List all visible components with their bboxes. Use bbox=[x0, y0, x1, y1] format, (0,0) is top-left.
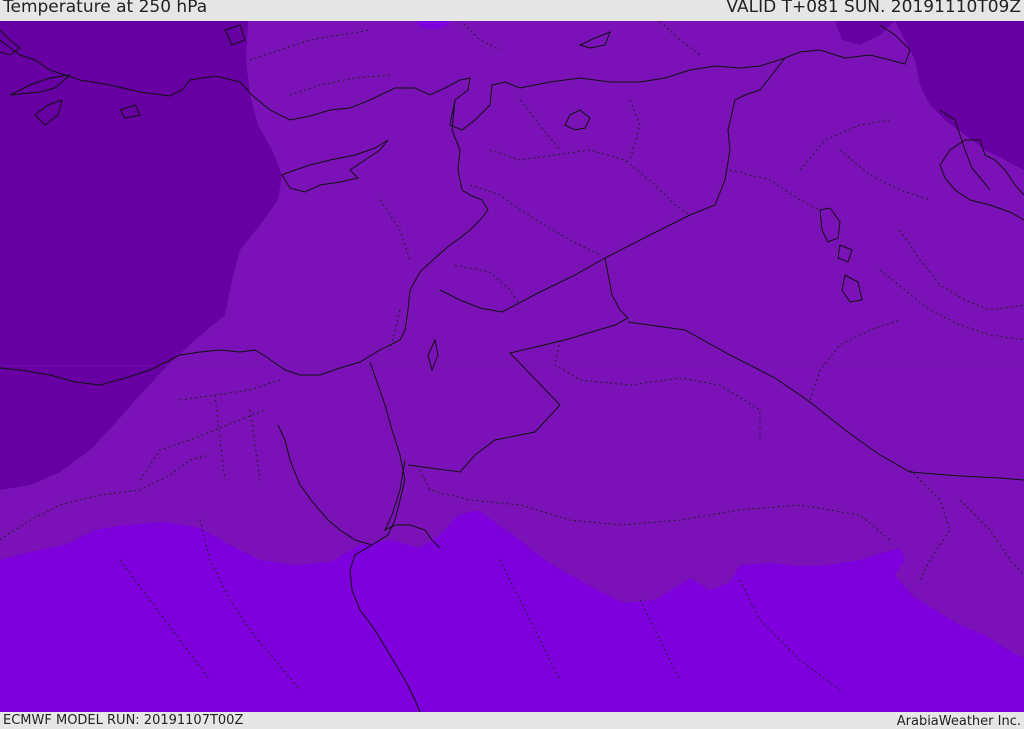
valid-time: VALID T+081 SUN. 20191110T09Z bbox=[726, 0, 1021, 17]
map-svg bbox=[0, 21, 1024, 712]
weather-map-page: Temperature at 250 hPa VALID T+081 SUN. … bbox=[0, 0, 1024, 729]
model-run-label: ECMWF MODEL RUN: 20191107T00Z bbox=[3, 713, 244, 728]
map-header: Temperature at 250 hPa VALID T+081 SUN. … bbox=[0, 0, 1024, 21]
map-footer: ECMWF MODEL RUN: 20191107T00Z ArabiaWeat… bbox=[0, 712, 1024, 729]
credit-label: ArabiaWeather Inc. bbox=[896, 714, 1021, 729]
map-title: Temperature at 250 hPa bbox=[3, 0, 208, 17]
temperature-map bbox=[0, 21, 1024, 712]
temperature-field-seam bbox=[0, 365, 1024, 366]
